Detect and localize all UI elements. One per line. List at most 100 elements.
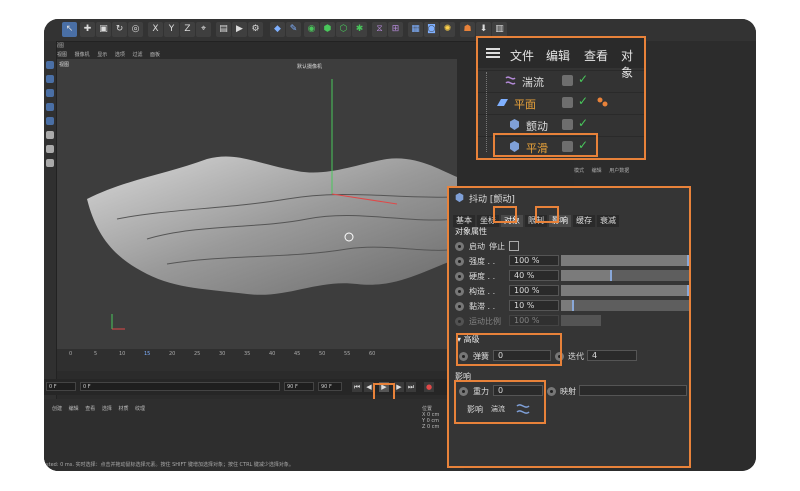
preview-end-field[interactable]: 90 F — [318, 382, 342, 391]
structure-radio[interactable] — [455, 287, 464, 296]
vp-submenu-filter[interactable]: 过滤 — [132, 52, 142, 58]
enabled-check-icon[interactable]: ✓ — [578, 72, 588, 86]
current-frame-field[interactable]: 0 F — [80, 382, 280, 391]
vp-submenu-display[interactable]: 显示 — [97, 52, 107, 58]
hamburger-icon[interactable] — [486, 48, 500, 58]
scale-icon[interactable]: ▣ — [96, 22, 111, 37]
light-icon[interactable]: ✺ — [440, 22, 455, 37]
x-axis-icon[interactable]: X — [148, 22, 163, 37]
vp-submenu-panel[interactable]: 面板 — [150, 52, 160, 58]
object-row-plane[interactable]: 平面 ✓ — [478, 92, 644, 113]
strength-radio[interactable] — [455, 257, 464, 266]
tool-edges-icon[interactable] — [46, 103, 54, 111]
tab-cache[interactable]: 缓存 — [573, 215, 595, 227]
octane-icon[interactable]: ☗ — [460, 22, 475, 37]
tool-points-icon[interactable] — [46, 89, 54, 97]
viscosity-slider[interactable] — [561, 300, 689, 311]
layer-toggle[interactable] — [562, 75, 573, 86]
pen-icon[interactable]: ✎ — [286, 22, 301, 37]
camera-icon[interactable]: ◙ — [424, 22, 439, 37]
render-view-icon[interactable]: ▤ — [216, 22, 231, 37]
enabled-check-icon[interactable]: ✓ — [578, 94, 588, 108]
bp-menu-edit[interactable]: 编辑 — [69, 406, 79, 412]
field-icon[interactable]: ⊞ — [388, 22, 403, 37]
stop-checkbox[interactable] — [509, 241, 519, 251]
motion-scale-radio[interactable] — [455, 317, 464, 326]
tool-texture-icon[interactable] — [46, 75, 54, 83]
tick-5: 5 — [94, 351, 98, 357]
download-icon[interactable]: ⬇ — [476, 22, 491, 37]
recent-icon[interactable]: ◎ — [128, 22, 143, 37]
tool-snap-icon[interactable] — [46, 131, 54, 139]
viscosity-value[interactable]: 10 % — [509, 300, 559, 311]
tab-falloff[interactable]: 衰减 — [597, 215, 619, 227]
stiffness-radio[interactable] — [455, 272, 464, 281]
render-settings-icon[interactable]: ⚙ — [248, 22, 263, 37]
record-icon[interactable]: ● — [424, 382, 434, 392]
floor-icon[interactable]: ▦ — [408, 22, 423, 37]
attribute-dim-menu: 模式 编辑 用户数据 — [574, 167, 756, 187]
object-name-jiggle: 颤动 — [526, 120, 548, 133]
deformer-icon[interactable]: ⧖ — [372, 22, 387, 37]
iteration-value[interactable]: 4 — [587, 350, 637, 361]
stiffness-value[interactable]: 40 % — [509, 270, 559, 281]
tool-model-icon[interactable] — [46, 61, 54, 69]
strength-value[interactable]: 100 % — [509, 255, 559, 266]
bp-menu-material[interactable]: 材质 — [118, 406, 128, 412]
tag-dots-icon[interactable] — [596, 96, 609, 109]
dim-mode[interactable]: 模式 — [574, 168, 584, 174]
vp-submenu-options[interactable]: 选项 — [115, 52, 125, 58]
object-row-turbulence[interactable]: 湍流 ✓ — [478, 70, 644, 91]
layer-toggle[interactable] — [562, 97, 573, 108]
dim-userdata[interactable]: 用户数据 — [609, 168, 629, 174]
motion-scale-slider[interactable] — [561, 315, 601, 326]
viscosity-radio[interactable] — [455, 302, 464, 311]
bp-menu-view[interactable]: 查看 — [85, 406, 95, 412]
tool-polygons-icon[interactable] — [46, 117, 54, 125]
om-menu-edit[interactable]: 编辑 — [546, 47, 570, 64]
go-end-icon[interactable]: ⏭ — [406, 382, 416, 392]
om-menu-file[interactable]: 文件 — [510, 47, 534, 64]
vp-submenu-camera[interactable]: 摄像机 — [75, 52, 90, 58]
subdivision-icon[interactable]: ◉ — [304, 22, 319, 37]
end-frame-field[interactable]: 90 F — [284, 382, 314, 391]
tool-lock-icon[interactable] — [46, 159, 54, 167]
vp-submenu-view[interactable]: 视图 — [57, 52, 67, 58]
motion-scale-value[interactable]: 100 % — [509, 315, 559, 326]
next-frame-icon[interactable]: ▶ — [394, 382, 404, 392]
start-frame-field[interactable]: 0 F — [46, 382, 76, 391]
render-icon[interactable]: ▶ — [232, 22, 247, 37]
object-row-jiggle[interactable]: 颤动 ✓ — [478, 114, 644, 135]
timeline-ruler[interactable]: 0 5 10 15 20 25 30 35 40 45 50 55 60 — [57, 349, 457, 371]
move-icon[interactable]: ✚ — [80, 22, 95, 37]
map-radio[interactable] — [547, 387, 556, 396]
y-axis-icon[interactable]: Y — [164, 22, 179, 37]
layout-icon[interactable]: ▥ — [492, 22, 507, 37]
layer-toggle[interactable] — [562, 119, 573, 130]
bp-menu-texture[interactable]: 纹理 — [135, 406, 145, 412]
extrude-icon[interactable]: ⬡ — [336, 22, 351, 37]
stiffness-slider[interactable] — [561, 270, 689, 281]
bp-menu-select[interactable]: 选择 — [102, 406, 112, 412]
perspective-viewport[interactable]: 视图 默认摄像机 — [57, 59, 457, 349]
cube-icon[interactable]: ◆ — [270, 22, 285, 37]
go-start-icon[interactable]: ⏮ — [352, 382, 362, 392]
turbulence-icon — [505, 76, 516, 85]
coordinate-icon[interactable]: ⌖ — [196, 22, 211, 37]
enable-radio[interactable] — [455, 242, 464, 251]
cloner-icon[interactable]: ✱ — [352, 22, 367, 37]
tool-axis-icon[interactable] — [46, 145, 54, 153]
structure-slider[interactable] — [561, 285, 689, 296]
structure-value[interactable]: 100 % — [509, 285, 559, 296]
rotate-icon[interactable]: ↻ — [112, 22, 127, 37]
om-menu-view[interactable]: 查看 — [584, 47, 608, 64]
enabled-check-icon[interactable]: ✓ — [578, 116, 588, 130]
strength-slider[interactable] — [561, 255, 689, 266]
array-icon[interactable]: ⬢ — [320, 22, 335, 37]
select-arrow-icon[interactable]: ↖ — [62, 22, 77, 37]
bp-menu-create[interactable]: 创建 — [52, 406, 62, 412]
viewport-submenu: 视图 摄像机 显示 选项 过滤 面板 — [57, 51, 457, 59]
z-axis-icon[interactable]: Z — [180, 22, 195, 37]
map-field[interactable] — [579, 385, 687, 396]
dim-edit[interactable]: 编辑 — [592, 168, 602, 174]
